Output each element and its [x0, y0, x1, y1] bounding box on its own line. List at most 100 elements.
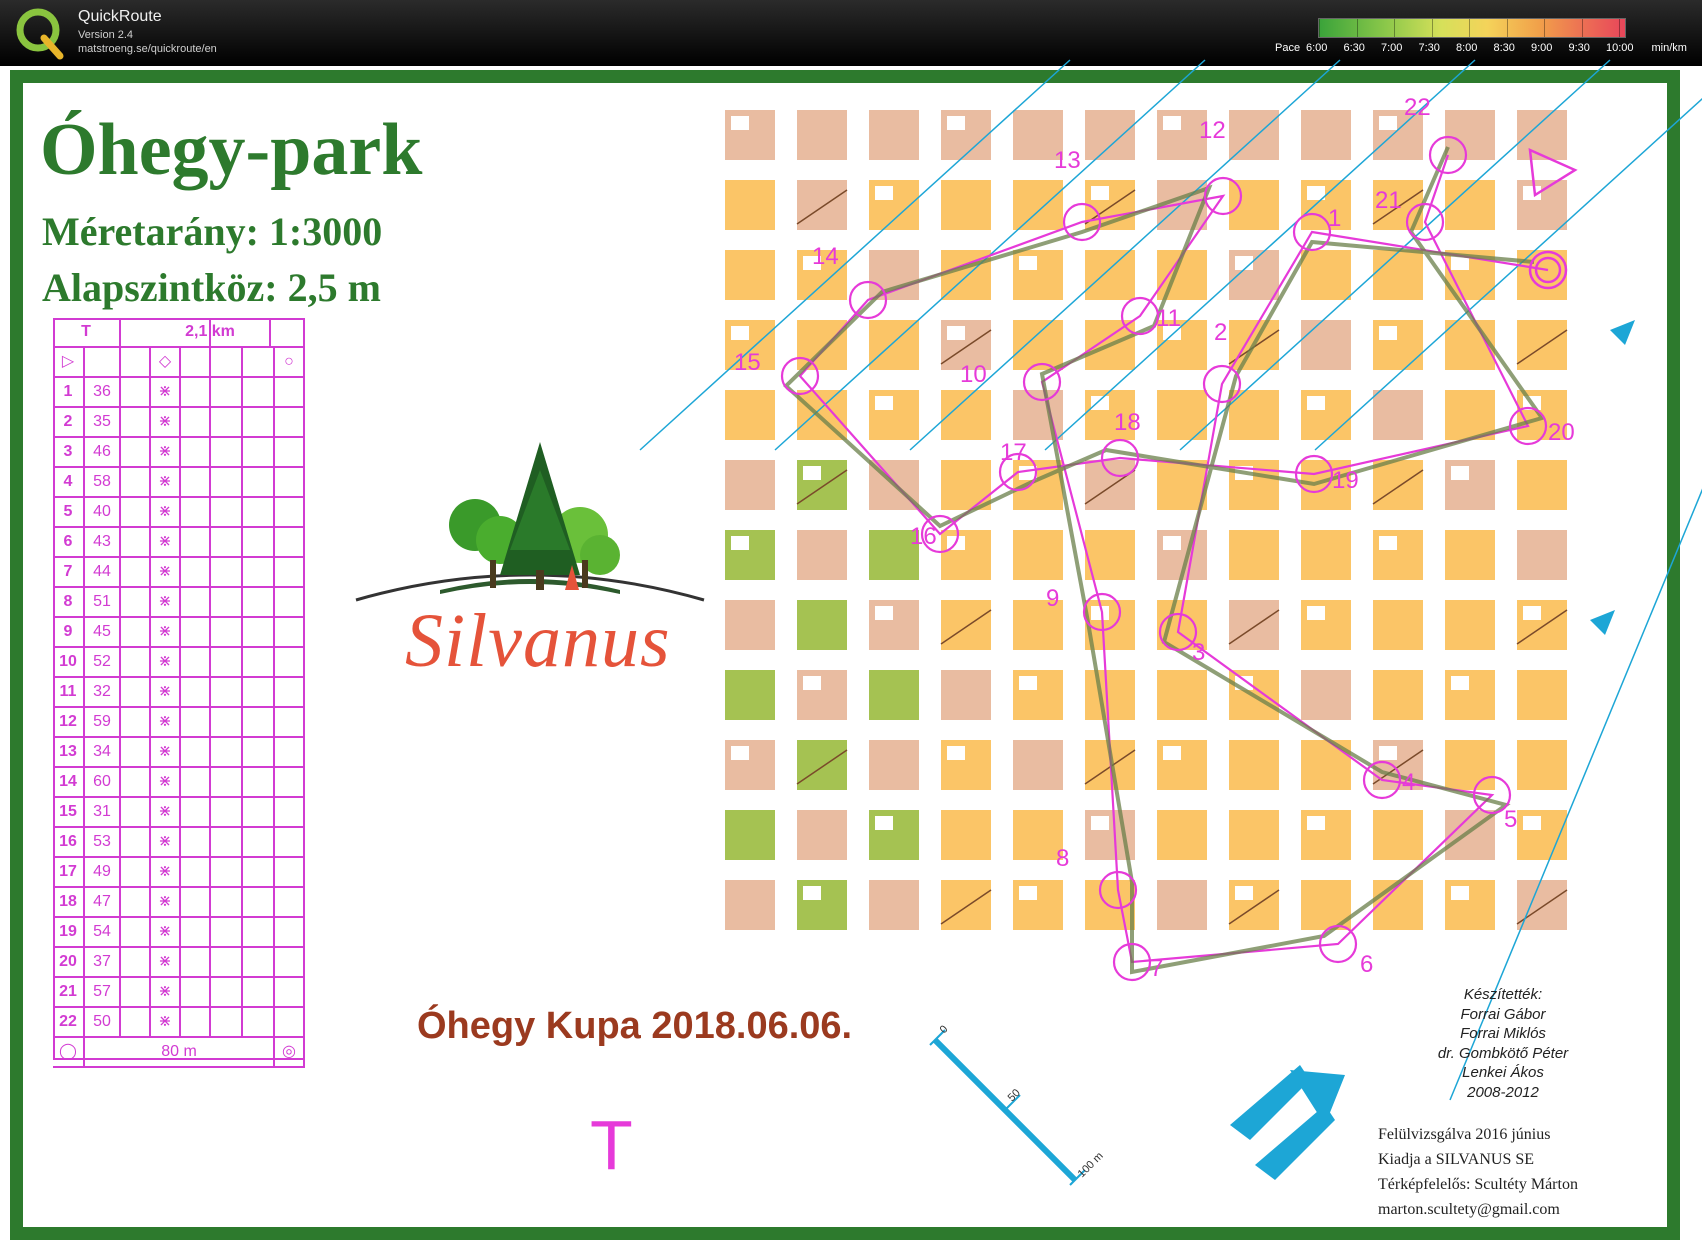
map-clearing	[1307, 816, 1325, 830]
map-tile	[1085, 460, 1135, 510]
control-label: 8	[1056, 845, 1069, 872]
credits-name: Forrai Gábor	[1460, 1005, 1546, 1023]
map-clearing	[731, 536, 749, 550]
map-clearing	[1523, 606, 1541, 620]
map-tile	[1013, 740, 1063, 790]
map-tile	[725, 390, 775, 440]
map-tile	[797, 180, 847, 230]
map-clearing	[731, 116, 749, 130]
control-label: 10	[960, 361, 987, 388]
map-tile	[941, 460, 991, 510]
map-clearing	[947, 326, 965, 340]
map-clearing	[1019, 676, 1037, 690]
scale-bar-label: 100 m	[1076, 1150, 1106, 1180]
map-review-info: Felülvizsgálva 2016 június Kiadja a SILV…	[1378, 1122, 1578, 1222]
map-tile	[1229, 810, 1279, 860]
map-tile	[869, 320, 919, 370]
map-tile	[1517, 880, 1567, 930]
control-label: 13	[1054, 147, 1081, 174]
credits-name: Lenkei Ákos	[1462, 1064, 1544, 1081]
control-label: 11	[1156, 305, 1181, 332]
map-tile	[869, 880, 919, 930]
map-tile	[1517, 670, 1567, 720]
map-tile	[1085, 250, 1135, 300]
map-tile	[1301, 530, 1351, 580]
map-tile	[725, 180, 775, 230]
map-tile	[1301, 250, 1351, 300]
map-clearing	[803, 466, 821, 480]
control-label: 22	[1404, 94, 1431, 121]
map-clearing	[1019, 256, 1037, 270]
map-clearing	[875, 606, 893, 620]
north-arrow-icon	[1610, 320, 1635, 345]
map-clearing	[803, 676, 821, 690]
map-tile	[1517, 530, 1567, 580]
credits-name: dr. Gombkötő Péter	[1437, 1044, 1569, 1062]
map-tile	[1373, 250, 1423, 300]
map-tile	[1229, 180, 1279, 230]
control-label: 5	[1504, 806, 1517, 833]
map-tile	[1301, 670, 1351, 720]
control-label: 12	[1199, 117, 1226, 144]
map-tile	[869, 740, 919, 790]
map-tile	[869, 250, 919, 300]
map-tile	[1013, 530, 1063, 580]
map-clearing	[1451, 466, 1469, 480]
map-tile	[1157, 670, 1207, 720]
map-credits: Készítették: Forrai Gábor Forrai Miklós …	[1408, 985, 1598, 1102]
map-tile	[1445, 740, 1495, 790]
map-tile	[1517, 320, 1567, 370]
map-tile	[941, 670, 991, 720]
control-label: 19	[1332, 467, 1359, 494]
map-clearing	[1307, 606, 1325, 620]
map-clearing	[1379, 326, 1397, 340]
map-clearing	[1091, 186, 1109, 200]
map-tile	[1445, 110, 1495, 160]
control-label: 6	[1360, 951, 1373, 978]
start-symbol: T	[590, 1106, 633, 1184]
map-tile	[1013, 320, 1063, 370]
control-label: 20	[1548, 419, 1575, 446]
map-tile	[1445, 530, 1495, 580]
map-tile	[1157, 460, 1207, 510]
map-tile	[797, 530, 847, 580]
map-clearing	[1091, 396, 1109, 410]
control-label: 17	[1000, 439, 1027, 466]
north-arrow-icon	[1590, 610, 1615, 635]
map-clearing	[1019, 886, 1037, 900]
map-tile	[1373, 460, 1423, 510]
map-tile	[725, 880, 775, 930]
contact-email[interactable]: marton.scultety@gmail.com	[1378, 1197, 1578, 1222]
map-clearing	[875, 816, 893, 830]
event-title: Óhegy Kupa 2018.06.06.	[417, 1005, 853, 1047]
map-tile	[941, 600, 991, 650]
map-tile	[797, 110, 847, 160]
map-clearing	[1379, 536, 1397, 550]
scale-bar-label: 50	[1006, 1087, 1023, 1104]
map-clearing	[1163, 116, 1181, 130]
map-clearing	[1163, 536, 1181, 550]
control-label: 1	[1328, 205, 1341, 232]
map-clearing	[1451, 886, 1469, 900]
map-tile	[1157, 880, 1207, 930]
map-clearing	[1379, 116, 1397, 130]
map-tile	[941, 180, 991, 230]
control-label: 18	[1114, 409, 1141, 436]
credits-years: 2008-2012	[1467, 1083, 1539, 1101]
credits-name: Forrai Miklós	[1460, 1025, 1546, 1042]
map-clearing	[947, 746, 965, 760]
map-clearing	[1163, 746, 1181, 760]
map-tile	[1229, 390, 1279, 440]
map-tile	[1013, 180, 1063, 230]
map-clearing	[1307, 396, 1325, 410]
map-clearing	[1235, 886, 1253, 900]
map-clearing	[803, 886, 821, 900]
map-tile	[1517, 460, 1567, 510]
control-label: 7	[1150, 955, 1163, 982]
control-label: 16	[910, 523, 937, 550]
map-tile	[1085, 670, 1135, 720]
map-tile	[1157, 810, 1207, 860]
map-tile	[1373, 600, 1423, 650]
control-label: 21	[1375, 187, 1402, 214]
map-clearing	[1091, 816, 1109, 830]
